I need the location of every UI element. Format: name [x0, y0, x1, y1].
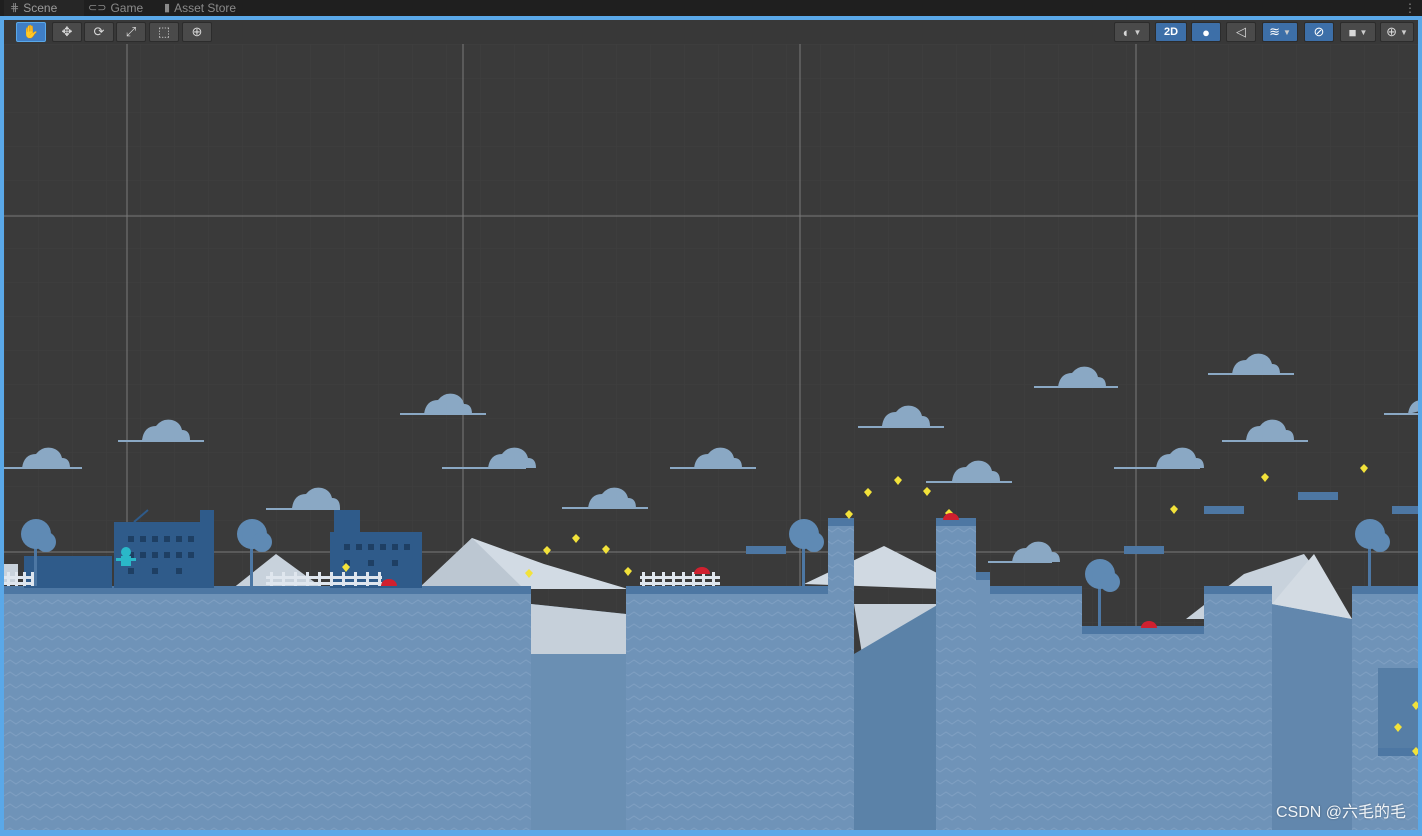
chevron-down-icon: ▼: [1133, 27, 1142, 37]
tab-game[interactable]: ⊂⊃ Game: [82, 0, 149, 16]
more-options-icon[interactable]: ⋮: [1404, 0, 1416, 16]
rotate-icon: ⟳: [93, 24, 105, 39]
camera-dropdown[interactable]: ■ ▼: [1340, 22, 1376, 42]
scene-canvas[interactable]: [4, 44, 1418, 830]
platform: [1204, 506, 1244, 514]
effects-dropdown[interactable]: ≋ ▼: [1262, 22, 1298, 42]
2d-mode-toggle[interactable]: 2D: [1155, 22, 1187, 42]
move-tool-button[interactable]: ✥: [52, 22, 82, 42]
move-icon: ✥: [61, 24, 73, 39]
audio-toggle[interactable]: ◁: [1226, 22, 1256, 42]
lighting-icon: ●: [1202, 24, 1210, 40]
scale-icon: ⤢: [125, 24, 137, 39]
chevron-down-icon: ▼: [1359, 27, 1368, 37]
shading-mode-dropdown[interactable]: ◐ ▼: [1114, 22, 1150, 42]
camera-icon: ■: [1348, 24, 1357, 40]
scale-tool-button[interactable]: ⤢: [116, 22, 146, 42]
platform: [1124, 546, 1164, 554]
platform: [746, 546, 786, 554]
rect-tool-button[interactable]: ⬚: [149, 22, 179, 42]
scene-view-frame: ✋ ✥ ⟳ ⤢ ⬚ ⊕ ◐ ▼ 2D ● ◁ ≋ ▼ ⊘ ■ ▼ ⊕ ▼ CSD…: [0, 16, 1422, 836]
rect-icon: ⬚: [157, 24, 171, 39]
platform: [1298, 492, 1338, 500]
tab-asset-store[interactable]: ▮ Asset Store: [158, 0, 242, 16]
hand-tool-button[interactable]: ✋: [16, 22, 46, 42]
scene-view[interactable]: ✋ ✥ ⟳ ⤢ ⬚ ⊕ ◐ ▼ 2D ● ◁ ≋ ▼ ⊘ ■ ▼ ⊕ ▼ CSD…: [4, 20, 1418, 830]
rotate-tool-button[interactable]: ⟳: [84, 22, 114, 42]
tab-bar: ⋕ Scene ⊂⊃ Game ▮ Asset Store ⋮: [0, 0, 1422, 16]
audio-mute-icon: ◁: [1236, 24, 1246, 39]
effects-icon: ≋: [1269, 24, 1280, 39]
lighting-toggle[interactable]: ●: [1191, 22, 1221, 42]
scene-toolbar: ✋ ✥ ⟳ ⤢ ⬚ ⊕ ◐ ▼ 2D ● ◁ ≋ ▼ ⊘ ■ ▼ ⊕ ▼: [4, 20, 1418, 44]
hand-icon: ✋: [22, 24, 40, 39]
watermark: CSDN @六毛的毛: [1275, 804, 1406, 821]
transform-icon: ⊕: [191, 24, 203, 39]
hidden-objects-toggle[interactable]: ⊘: [1304, 22, 1334, 42]
gizmos-icon: ⊕: [1386, 24, 1397, 39]
chevron-down-icon: ▼: [1282, 27, 1291, 37]
shading-mode-icon: ◐: [1122, 24, 1131, 40]
hidden-objects-icon: ⊘: [1313, 24, 1325, 39]
building: [24, 556, 112, 588]
gizmos-dropdown[interactable]: ⊕ ▼: [1380, 22, 1414, 42]
platform: [1392, 506, 1418, 514]
tab-scene[interactable]: ⋕ Scene: [4, 0, 84, 16]
chevron-down-icon: ▼: [1399, 27, 1408, 37]
transform-tool-button[interactable]: ⊕: [182, 22, 212, 42]
